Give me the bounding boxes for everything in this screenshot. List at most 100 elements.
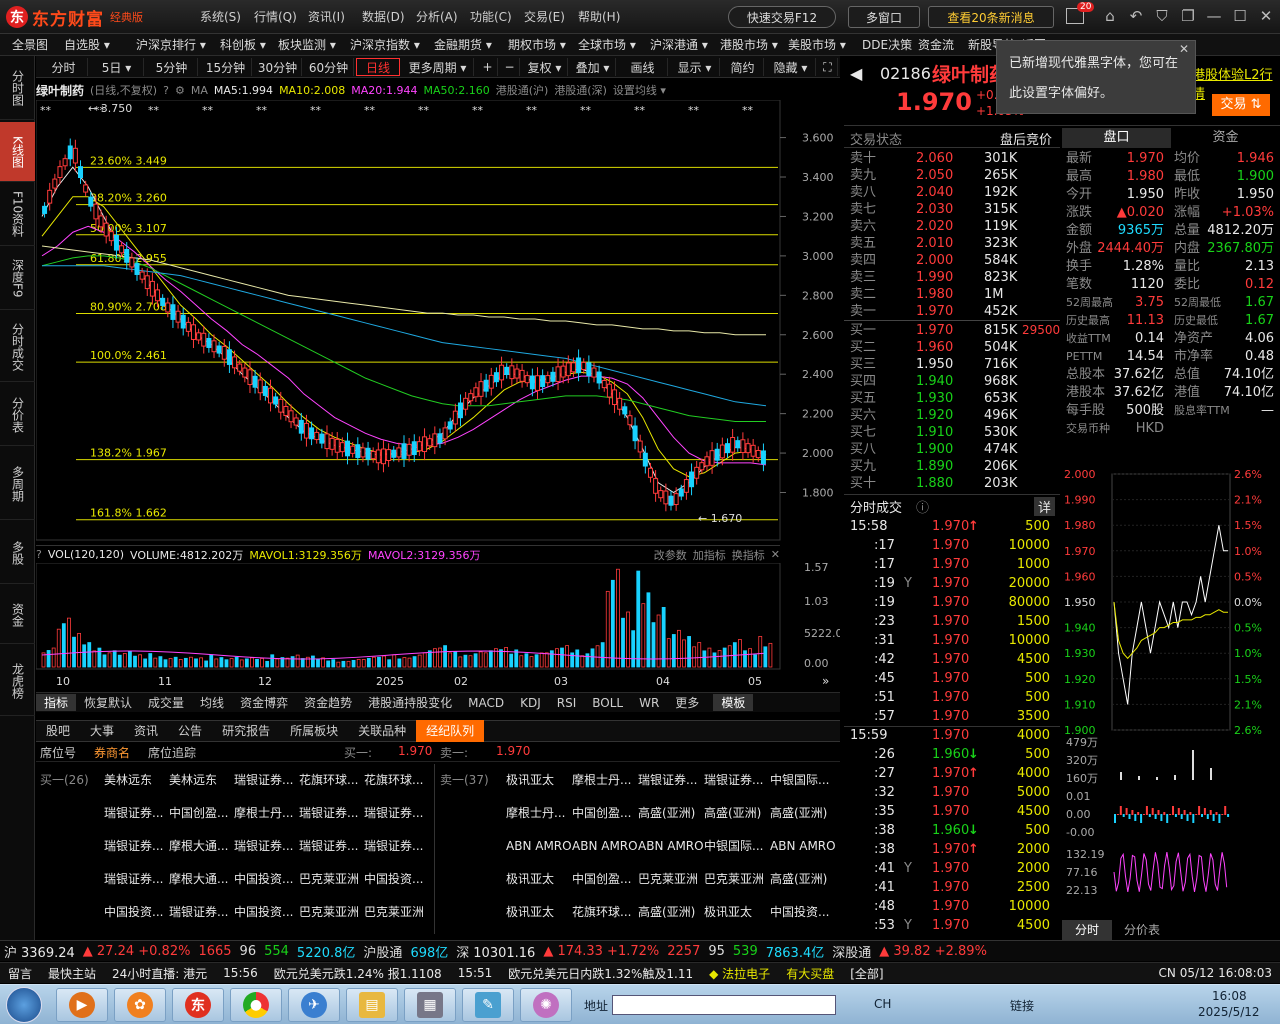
left-tab-7[interactable]: 多股 bbox=[0, 522, 35, 584]
home-icon[interactable]: ⌂ bbox=[1102, 7, 1118, 25]
sell-broker-cell[interactable]: 高盛(亚洲) bbox=[638, 797, 703, 830]
close-icon[interactable]: ✕ bbox=[771, 548, 780, 561]
sell-broker-cell[interactable]: 极讯亚太 bbox=[506, 896, 571, 929]
sell-broker-cell[interactable]: 极讯亚太 bbox=[704, 896, 769, 929]
chart-tool-0[interactable]: + bbox=[478, 58, 498, 76]
period-tab-5[interactable]: 60分钟 bbox=[304, 58, 354, 76]
ask-row[interactable]: 卖四 2.000 584K bbox=[844, 252, 1060, 269]
sell-broker-cell[interactable]: 高盛(亚洲) bbox=[638, 896, 703, 929]
period-tab-6[interactable]: 日线 bbox=[356, 58, 400, 76]
buy-broker-cell[interactable]: 巴克莱亚洲 bbox=[299, 863, 363, 896]
nav-item-12[interactable]: DDE决策 bbox=[850, 36, 912, 53]
sell-broker-cell[interactable]: 巴克莱亚洲 bbox=[638, 863, 703, 896]
buy-broker-cell[interactable]: 花旗环球... bbox=[299, 764, 363, 797]
chart-tool-2[interactable]: 复权 ▾ bbox=[522, 58, 568, 76]
ticker-item-2[interactable]: 24小时直播: 港元 bbox=[104, 965, 215, 982]
sell-broker-cell[interactable]: 中银国际... bbox=[704, 830, 769, 863]
news-button[interactable]: 查看20条新消息 bbox=[928, 6, 1054, 28]
indicator-tab-2[interactable]: 成交量 bbox=[140, 694, 192, 711]
period-tab-4[interactable]: 30分钟 bbox=[254, 58, 302, 76]
buy-broker-cell[interactable]: 瑞银证券... bbox=[364, 830, 428, 863]
indicator-tab-4[interactable]: 资金博弈 bbox=[232, 694, 296, 711]
bid-row[interactable]: 买二 1.960 504K bbox=[844, 339, 1060, 356]
nav-item-0[interactable]: 全景图 bbox=[0, 36, 52, 53]
buy-broker-cell[interactable]: 中国投资... bbox=[234, 896, 298, 929]
close-icon[interactable]: ✕ bbox=[1179, 41, 1189, 57]
bid-row[interactable]: 买三 1.950 716K bbox=[844, 356, 1060, 373]
period-tab-7[interactable]: 更多周期 ▾ bbox=[402, 58, 474, 76]
close-icon[interactable]: ✕ bbox=[1258, 7, 1274, 25]
indicator-tab-6[interactable]: 港股通持股变化 bbox=[360, 694, 460, 711]
buy-broker-cell[interactable]: 瑞银证券... bbox=[234, 764, 298, 797]
taskbar-app-paint[interactable]: ✺ bbox=[520, 988, 572, 1022]
help-icon[interactable]: ? bbox=[36, 548, 42, 561]
ask-row[interactable]: 卖六 2.020 119K bbox=[844, 218, 1060, 235]
hk-connect-sz[interactable]: 港股通(深) bbox=[554, 82, 607, 98]
seat-label[interactable]: 席位号 bbox=[40, 744, 76, 761]
restore-icon[interactable]: ❐ bbox=[1180, 7, 1196, 25]
indicator-tab-3[interactable]: 均线 bbox=[192, 694, 232, 711]
menu-item-0[interactable]: 系统(S) bbox=[200, 8, 254, 25]
buy-broker-cell[interactable]: 瑞银证券... bbox=[104, 830, 168, 863]
left-tab-6[interactable]: 多周期 bbox=[0, 448, 35, 520]
bid-row[interactable]: 买八 1.900 474K bbox=[844, 441, 1060, 458]
ticker-item-4[interactable]: 欧元兑美元跌1.24% 报1.1108 bbox=[266, 965, 450, 982]
sell-broker-cell[interactable]: 极讯亚太 bbox=[506, 863, 571, 896]
ticker-item-10[interactable]: CN 05/12 16:08:03 bbox=[1151, 966, 1280, 980]
period-tab-3[interactable]: 15分钟 bbox=[200, 58, 252, 76]
buy-broker-cell[interactable]: 巴克莱亚洲 bbox=[364, 896, 428, 929]
menu-item-4[interactable]: 分析(A) bbox=[416, 8, 470, 25]
chart-tool-6[interactable]: 简约 bbox=[722, 58, 764, 76]
bid-row[interactable]: 买六 1.920 496K bbox=[844, 407, 1060, 424]
buy-broker-cell[interactable]: 瑞银证券... bbox=[234, 830, 298, 863]
ticker-item-5[interactable]: 15:51 bbox=[450, 966, 501, 980]
ask-row[interactable]: 卖十 2.060 301K bbox=[844, 150, 1060, 167]
nav-item-11[interactable]: 美股市场 ▾ bbox=[776, 36, 850, 53]
indicator-tab-12[interactable]: 更多 bbox=[667, 694, 707, 711]
seat-trace-label[interactable]: 席位追踪 bbox=[148, 744, 196, 761]
tray-links[interactable]: 链接 bbox=[1010, 997, 1034, 1014]
nav-item-3[interactable]: 科创板 ▾ bbox=[208, 36, 266, 53]
period-tab-1[interactable]: 5日 ▾ bbox=[90, 58, 144, 76]
taskbar-app-chrome[interactable]: ● bbox=[230, 988, 282, 1022]
chart-tool-3[interactable]: 叠加 ▾ bbox=[570, 58, 616, 76]
ma-settings-button[interactable]: 设置均线 ▾ bbox=[613, 82, 666, 98]
kline-mode[interactable]: (日线,不复权) bbox=[90, 82, 157, 98]
menu-item-5[interactable]: 功能(C) bbox=[470, 8, 524, 25]
left-tab-4[interactable]: 分时成交 bbox=[0, 312, 35, 382]
address-input[interactable] bbox=[612, 995, 836, 1015]
nav-item-13[interactable]: 资金流 bbox=[906, 36, 956, 53]
left-tab-0[interactable]: 分时图 bbox=[0, 56, 35, 120]
taskbar-app-eastmoney[interactable]: 东 bbox=[172, 988, 224, 1022]
menu-item-6[interactable]: 交易(E) bbox=[524, 8, 578, 25]
sell-broker-cell[interactable]: 中国创盈... bbox=[572, 863, 637, 896]
multi-window-button[interactable]: 多窗口 bbox=[848, 6, 920, 28]
indicator-tab-13[interactable]: 模板 bbox=[713, 694, 754, 711]
buy-broker-cell[interactable]: 瑞银证券... bbox=[299, 797, 363, 830]
bid-row[interactable]: 买十 1.880 203K bbox=[844, 475, 1060, 492]
nav-item-10[interactable]: 港股市场 ▾ bbox=[708, 36, 778, 53]
bid-row[interactable]: 买五 1.930 653K bbox=[844, 390, 1060, 407]
shirt-icon[interactable]: ⛉ bbox=[1154, 7, 1170, 25]
chart-tool-5[interactable]: 显示 ▾ bbox=[670, 58, 720, 76]
chart-tool-4[interactable]: 画线 bbox=[618, 58, 668, 76]
ticker-item-7[interactable]: ◆ 法拉电子 bbox=[701, 965, 778, 982]
buy-broker-cell[interactable]: 摩根大通... bbox=[169, 863, 233, 896]
help-icon[interactable]: ? bbox=[163, 84, 169, 97]
trade-button[interactable]: 交易 ⇅ bbox=[1212, 94, 1270, 116]
taskbar-app-explorer[interactable]: ▤ bbox=[346, 988, 398, 1022]
sell-broker-cell[interactable]: 中银国际... bbox=[770, 764, 835, 797]
sell-broker-cell[interactable]: 高盛(亚洲) bbox=[770, 863, 835, 896]
info-tab-3[interactable]: 公告 bbox=[168, 720, 212, 742]
sell-broker-cell[interactable]: 极讯亚太 bbox=[506, 764, 571, 797]
ticker-item-0[interactable]: 留言 bbox=[0, 965, 40, 982]
menu-item-3[interactable]: 数据(D) bbox=[362, 8, 416, 25]
quick-trade-button[interactable]: 快速交易F12 bbox=[728, 6, 836, 28]
ask-row[interactable]: 卖八 2.040 192K bbox=[844, 184, 1060, 201]
ticker-item-6[interactable]: 欧元兑美元日内跌1.32%触及1.11 bbox=[500, 965, 701, 982]
chart-tool-7[interactable]: 隐藏 ▾ bbox=[766, 58, 816, 76]
indicator-tab-1[interactable]: 恢复默认 bbox=[76, 694, 140, 711]
nav-item-4[interactable]: 板块监测 ▾ bbox=[266, 36, 338, 53]
left-tab-9[interactable]: 龙虎榜 bbox=[0, 646, 35, 716]
indicator-tab-10[interactable]: BOLL bbox=[584, 696, 631, 710]
